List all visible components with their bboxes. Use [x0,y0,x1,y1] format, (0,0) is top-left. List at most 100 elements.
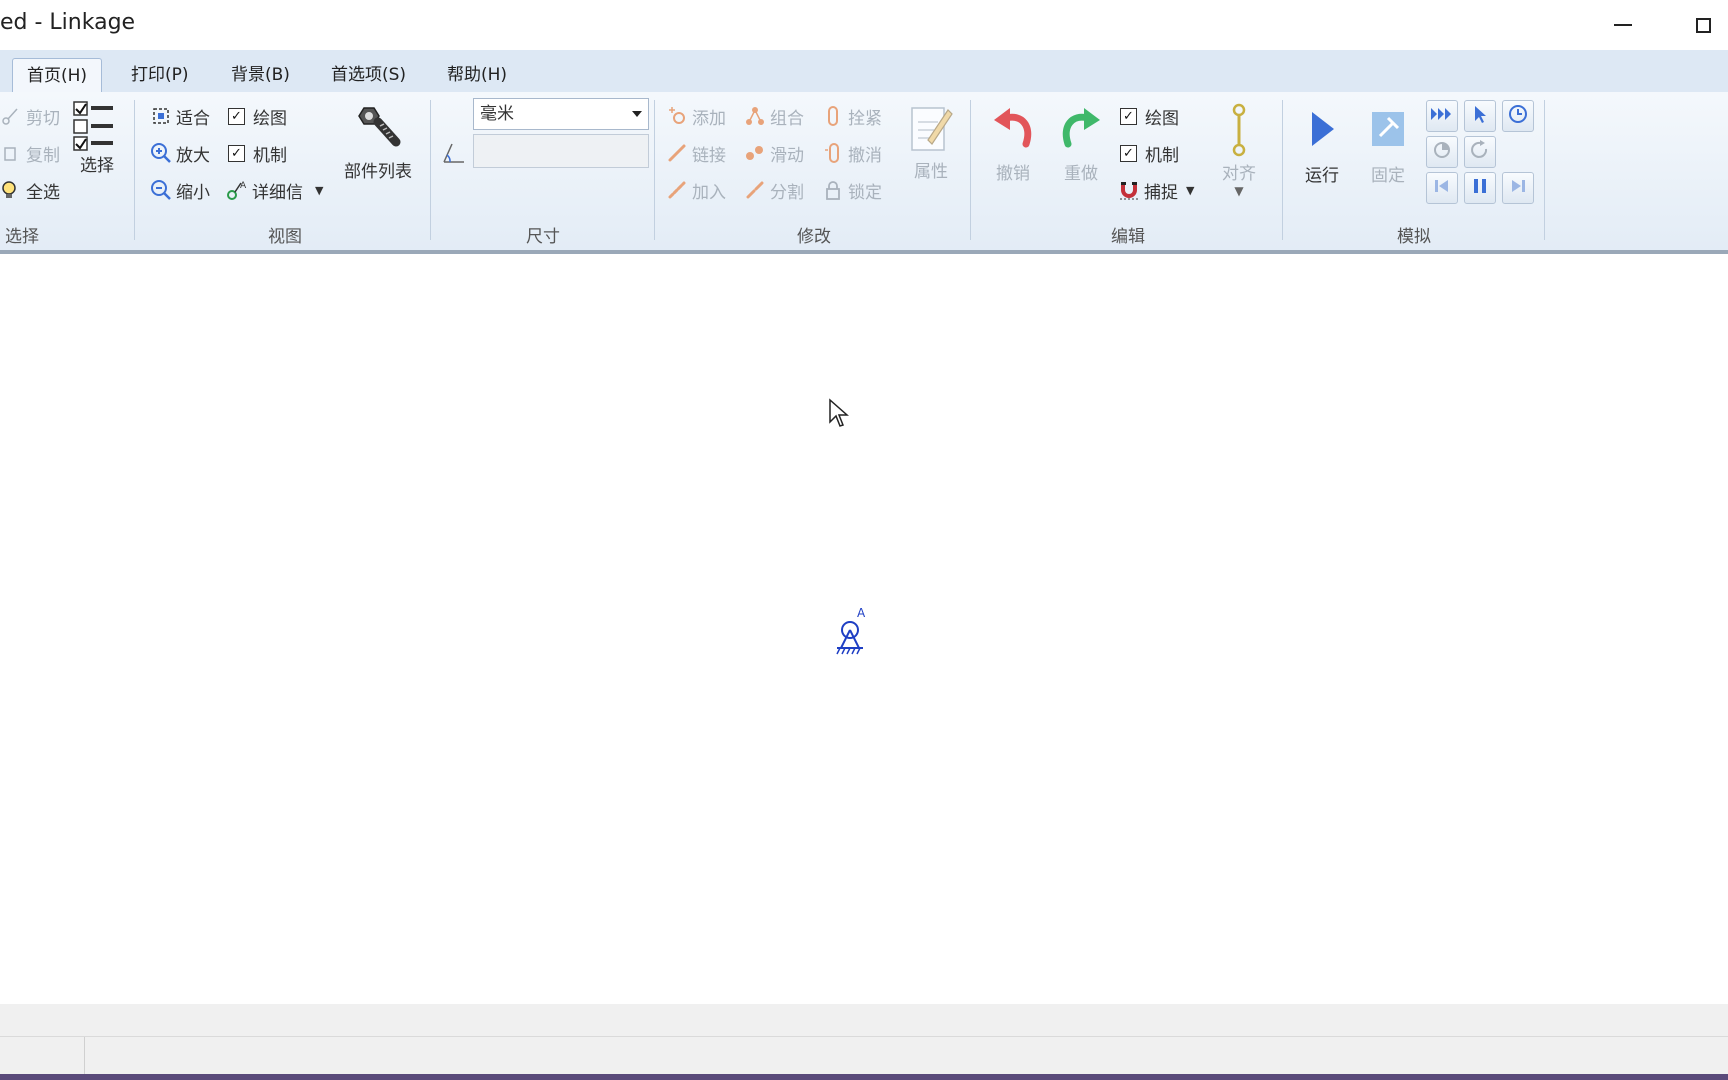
combine-icon [744,105,766,127]
checkbox-checked-icon: ✓ [228,144,245,162]
rotate-back-button[interactable] [1426,136,1458,168]
undo-button[interactable]: 撤销 [988,102,1038,184]
bolt-icon [350,104,406,157]
window-title: ed - Linkage [0,10,136,35]
align-label: 对齐 [1222,164,1256,184]
add-button[interactable]: 添加 [666,102,726,130]
group-label-simulate: 模拟 [1397,227,1431,247]
dimension-angle-icon [440,138,468,170]
view-drawing-label: 绘图 [253,108,287,129]
cut-button[interactable]: 剪切 [0,102,60,130]
redo-icon [1056,102,1106,157]
fast-forward-button[interactable] [1426,100,1458,132]
run-button[interactable]: 运行 [1302,106,1342,186]
step-forward-button[interactable] [1502,172,1534,204]
parts-list-label: 部件列表 [344,162,412,182]
tab-help[interactable]: 帮助(H) [433,58,521,92]
select-all-button[interactable]: 全选 [0,176,60,204]
checkbox-checked-icon: ✓ [1120,144,1137,162]
step-back-button[interactable] [1426,172,1458,204]
group-separator [1282,100,1283,240]
snap-dropdown[interactable]: 捕捉 ▼ [1118,176,1194,204]
minimize-icon [1614,24,1632,26]
tab-background[interactable]: 背景(B) [217,58,304,92]
manual-pointer-button[interactable] [1464,100,1496,132]
skip-back-icon [1433,177,1451,199]
fasten-button[interactable]: 拴紧 [822,102,882,130]
edit-drawing-checkbox[interactable]: ✓ 绘图 [1120,102,1179,130]
insert-label: 加入 [692,182,726,203]
tab-print[interactable]: 打印(P) [117,58,203,92]
dimension-value-input[interactable] [473,134,649,168]
checkbox-checked-icon: ✓ [228,107,245,125]
group-label-view: 视图 [268,227,302,247]
details-dropdown[interactable]: A 详细信 ▼ [226,176,323,204]
link-button[interactable]: 链接 [666,139,726,167]
ground-anchor-joint[interactable] [832,606,876,662]
unit-select-value: 毫米 [480,104,514,124]
dropdown-arrow-icon: ▼ [1186,183,1195,197]
lightbulb-icon [0,179,22,201]
undo-label: 撤销 [996,164,1030,184]
view-drawing-checkbox[interactable]: ✓ 绘图 [228,102,287,130]
fit-button[interactable]: 适合 [150,102,210,130]
view-mechanism-label: 机制 [253,145,287,166]
lock-icon [822,179,844,201]
copy-label: 复制 [26,145,60,166]
minimize-button[interactable] [1600,6,1646,44]
scissors-icon [0,105,22,127]
timer-button[interactable] [1502,100,1534,132]
lock-button[interactable]: 锁定 [822,176,882,204]
zoom-out-button[interactable]: 缩小 [150,176,210,204]
pin-button[interactable]: 固定 [1368,106,1408,186]
redo-button[interactable]: 重做 [1056,102,1106,184]
group-label-modify: 修改 [797,227,831,247]
details-icon: A [226,179,248,201]
zoom-in-icon [150,142,172,164]
select-all-label: 全选 [26,182,60,203]
combine-button[interactable]: 组合 [744,102,804,130]
mouse-cursor-icon [828,398,850,432]
unit-select[interactable]: 毫米 [473,98,649,130]
clock-icon [1508,104,1528,128]
properties-button[interactable]: 属性 [906,100,956,182]
group-separator [1544,100,1545,240]
select-button[interactable]: 选择 [72,100,122,176]
pause-button[interactable] [1464,172,1496,204]
select-button-label: 选择 [80,156,114,176]
tab-home[interactable]: 首页(H) [12,58,103,92]
link-icon [666,142,688,164]
add-label: 添加 [692,108,726,129]
checkbox-checked-icon: ✓ [1120,107,1137,125]
status-divider [84,1037,85,1075]
undo-icon [988,102,1038,157]
group-label-edit: 编辑 [1111,227,1145,247]
fast-forward-icon [1430,105,1454,127]
paperclip-icon [822,105,844,127]
horizontal-scroll-area [0,1004,1728,1036]
fasten-label: 拴紧 [848,108,882,129]
split-button[interactable]: 分割 [744,176,804,204]
zoom-in-button[interactable]: 放大 [150,139,210,167]
slide-button[interactable]: 滑动 [744,139,804,167]
ribbon-panel: 剪切 复制 全选 选择 选择 适合 放大 缩小 ✓ 绘图 ✓ 机制 A 详细信 … [0,92,1728,254]
edit-mechanism-checkbox[interactable]: ✓ 机制 [1120,139,1179,167]
details-label: 详细信 [252,182,303,203]
view-mechanism-checkbox[interactable]: ✓ 机制 [228,139,287,167]
cut-label: 剪切 [26,108,60,129]
unfasten-button[interactable]: 撤消 [822,139,882,167]
fit-label: 适合 [176,108,210,129]
drawing-canvas[interactable]: A [0,254,1728,1004]
maximize-button[interactable] [1680,6,1726,44]
fit-icon [150,105,172,127]
zoom-in-label: 放大 [176,145,210,166]
align-button[interactable]: 对齐 ▼ [1222,102,1256,198]
tab-preferences[interactable]: 首选项(S) [317,58,420,92]
insert-button[interactable]: 加入 [666,176,726,204]
copy-button[interactable]: 复制 [0,139,60,167]
lock-label: 锁定 [848,182,882,203]
rotate-forward-button[interactable] [1464,136,1496,168]
parts-list-button[interactable]: 部件列表 [344,104,412,182]
magnet-icon [1118,179,1140,201]
skip-forward-icon [1509,177,1527,199]
